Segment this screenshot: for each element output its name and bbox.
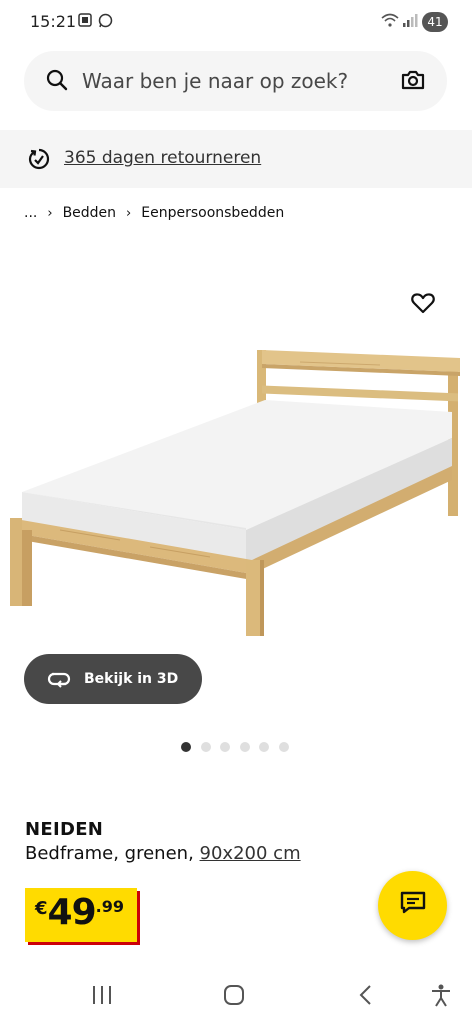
product-description: Bedframe, grenen, 90x200 cm bbox=[25, 843, 301, 864]
product-size-link[interactable]: 90x200 cm bbox=[200, 843, 301, 864]
signal-icon bbox=[402, 13, 418, 32]
wifi-icon bbox=[381, 13, 399, 32]
screenshot-icon bbox=[78, 13, 92, 32]
view-in-3d-button[interactable]: Bekijk in 3D bbox=[24, 654, 202, 704]
chat-button[interactable] bbox=[378, 871, 447, 940]
battery-indicator: 41 bbox=[422, 12, 448, 32]
pagination-dot[interactable] bbox=[239, 742, 250, 752]
system-nav-bar bbox=[0, 970, 472, 1024]
product-name: NEIDEN bbox=[25, 819, 104, 840]
price-integer: 49 bbox=[47, 892, 97, 933]
home-button[interactable] bbox=[223, 984, 245, 1006]
pagination-dot[interactable] bbox=[220, 742, 231, 752]
image-pagination bbox=[181, 742, 299, 752]
rotate-icon bbox=[46, 670, 72, 688]
price-decimal: .99 bbox=[95, 897, 124, 916]
return-icon bbox=[27, 147, 51, 176]
chevron-right-icon: › bbox=[47, 205, 53, 221]
recent-apps-button[interactable] bbox=[92, 984, 112, 1006]
return-policy-banner[interactable]: 365 dagen retourneren bbox=[0, 130, 472, 188]
search-input[interactable] bbox=[82, 51, 382, 111]
chevron-right-icon: › bbox=[126, 205, 132, 221]
breadcrumb-ellipsis[interactable]: ... bbox=[24, 205, 37, 221]
pagination-dot[interactable] bbox=[259, 742, 270, 752]
heart-icon bbox=[411, 292, 435, 319]
camera-icon[interactable] bbox=[401, 69, 425, 96]
pagination-dot[interactable] bbox=[200, 742, 211, 752]
price-currency: € bbox=[35, 898, 48, 919]
chat-icon bbox=[400, 891, 426, 920]
breadcrumb: ... › Bedden › Eenpersoonsbedden bbox=[24, 205, 284, 221]
whatsapp-icon bbox=[98, 13, 113, 33]
back-button[interactable] bbox=[358, 984, 374, 1006]
status-bar: 15:21 41 bbox=[0, 0, 472, 34]
search-icon bbox=[46, 69, 68, 96]
view-in-3d-label: Bekijk in 3D bbox=[84, 671, 179, 687]
price-tag: € 49 .99 bbox=[25, 888, 137, 942]
breadcrumb-item-bedden[interactable]: Bedden bbox=[63, 205, 116, 221]
pagination-dot-active[interactable] bbox=[181, 742, 191, 752]
favorite-button[interactable] bbox=[406, 288, 440, 322]
product-description-text: Bedframe, grenen, bbox=[25, 843, 194, 864]
return-policy-link[interactable]: 365 dagen retourneren bbox=[64, 148, 261, 168]
breadcrumb-item-eenpersoonsbedden[interactable]: Eenpersoonsbedden bbox=[141, 205, 284, 221]
status-time: 15:21 bbox=[30, 12, 77, 31]
search-bar[interactable] bbox=[24, 51, 447, 111]
pagination-dot[interactable] bbox=[278, 742, 289, 752]
accessibility-icon[interactable] bbox=[430, 984, 452, 1008]
